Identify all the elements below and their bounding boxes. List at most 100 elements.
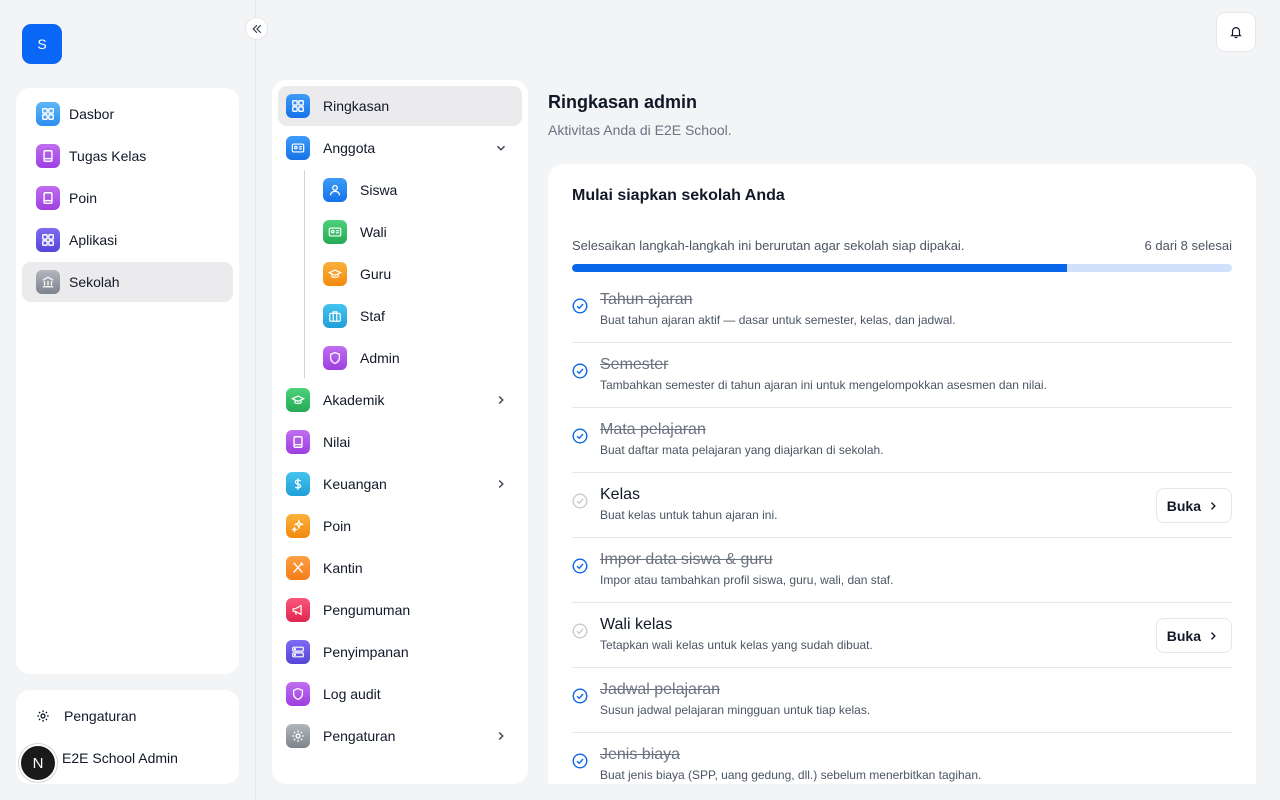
server-icon (286, 640, 310, 664)
members-submenu: Siswa Wali Guru Staf Admin (304, 170, 522, 378)
book-icon (286, 430, 310, 454)
avatar[interactable]: N (19, 744, 57, 782)
check-circle-icon (572, 363, 588, 379)
subnav-item-log-audit[interactable]: Log audit (278, 674, 522, 714)
subnav-label: Pengaturan (323, 728, 396, 744)
subnav-label: Pengumuman (323, 602, 411, 618)
dashboard-icon (36, 102, 60, 126)
dollar-icon (286, 472, 310, 496)
user-icon (323, 178, 347, 202)
step-description: Tambahkan semester di tahun ajaran ini u… (600, 378, 1047, 392)
step-description: Buat tahun ajaran aktif — dasar untuk se… (600, 313, 956, 327)
subnav-item-pengumuman[interactable]: Pengumuman (278, 590, 522, 630)
subnav-item-staf[interactable]: Staf (315, 296, 522, 336)
check-circle-icon (572, 298, 588, 314)
chevron-right-icon (1211, 631, 1216, 640)
subnav-item-poin[interactable]: Poin (278, 506, 522, 546)
open-step-button[interactable]: Buka (1155, 488, 1232, 523)
step-description: Buat daftar mata pelajaran yang diajarka… (600, 443, 884, 457)
step-name: Kelas (600, 486, 641, 503)
sidebar-item-label: Sekolah (69, 274, 120, 290)
shield-icon (286, 682, 310, 706)
setup-steps-list: Tahun ajaran Buat tahun ajaran aktif — da… (572, 278, 1232, 784)
subnav-label: Kantin (323, 560, 363, 576)
setup-step: Impor data siswa & guru Impor atau tambah… (572, 538, 1232, 603)
subnav-label: Nilai (323, 434, 351, 450)
step-name: Tahun ajaran (600, 291, 693, 308)
page-title: Ringkasan admin (548, 92, 698, 112)
main-nav: Dasbor Tugas Kelas Poin Aplikasi Sekolah (16, 88, 239, 674)
check-circle-icon (572, 428, 588, 444)
collapse-sidebar-button[interactable] (245, 17, 268, 40)
subnav-label: Log audit (323, 686, 381, 702)
sidebar-item-label: Tugas Kelas (69, 148, 147, 164)
step-description: Tetapkan wali kelas untuk kelas yang sud… (600, 638, 873, 652)
sidebar-item-poin[interactable]: Poin (22, 178, 233, 218)
check-circle-outline-icon (572, 623, 588, 639)
subnav-item-pengaturan[interactable]: Pengaturan (278, 716, 522, 756)
step-name: Mata pelajaran (600, 421, 706, 438)
book-icon (36, 144, 60, 168)
chevron-down-icon (497, 145, 505, 151)
subnav-label: Guru (360, 266, 392, 282)
subnav-label: Keuangan (323, 476, 387, 492)
gear-icon (36, 709, 50, 723)
setup-step: Jadwal pelajaran Susun jadwal pelajaran m… (572, 668, 1232, 733)
dashboard-icon (286, 94, 310, 118)
setup-step: Jenis biaya Buat jenis biaya (SPP, uang g… (572, 733, 1232, 784)
subnav-label: Admin (360, 350, 400, 366)
double-chevron-left-icon (251, 23, 263, 35)
progress-bar-fill (572, 264, 1067, 272)
check-circle-outline-icon (572, 493, 588, 509)
sidebar-item-sekolah[interactable]: Sekolah (22, 262, 233, 302)
check-circle-icon (572, 558, 588, 574)
sidebar-item-tugas-kelas[interactable]: Tugas Kelas (22, 136, 233, 176)
user-name[interactable]: E2E School Admin (62, 750, 178, 766)
subnav-item-wali[interactable]: Wali (315, 212, 522, 252)
open-button-label: Buka (1166, 497, 1201, 514)
subnav-label: Staf (360, 308, 385, 324)
subnav-item-penyimpanan[interactable]: Penyimpanan (278, 632, 522, 672)
subnav-label: Wali (360, 224, 387, 240)
subnav-label: Poin (323, 518, 352, 534)
school-logo[interactable]: S (22, 24, 62, 64)
subnav-item-ringkasan[interactable]: Ringkasan (278, 86, 522, 126)
step-name: Jadwal pelajaran (600, 681, 721, 698)
sidebar: S Dasbor Tugas Kelas Poin Aplikasi Sekol… (0, 0, 256, 800)
section-nav: Ringkasan Anggota Siswa Wali Guru Staf A… (272, 80, 528, 784)
step-description: Buat kelas untuk tahun ajaran ini. (600, 508, 778, 522)
check-circle-icon (572, 753, 588, 769)
subnav-item-kantin[interactable]: Kantin (278, 548, 522, 588)
chevron-right-icon (498, 396, 504, 404)
notifications-button[interactable] (1216, 12, 1256, 52)
chevron-right-icon (498, 480, 504, 488)
open-step-button[interactable]: Buka (1155, 618, 1232, 653)
subnav-item-guru[interactable]: Guru (315, 254, 522, 294)
subnav-item-anggota[interactable]: Anggota (278, 128, 522, 168)
page-subtitle: Aktivitas Anda di E2E School. (548, 122, 732, 138)
chevron-right-icon (1211, 501, 1216, 510)
sidebar-settings[interactable]: Pengaturan (22, 695, 233, 737)
setup-card-title: Mulai siapkan sekolah Anda (572, 187, 785, 204)
step-name: Semester (600, 356, 669, 373)
open-button-label: Buka (1166, 627, 1201, 644)
sidebar-item-label: Aplikasi (69, 232, 118, 248)
megaphone-icon (286, 598, 310, 622)
setup-step: Mata pelajaran Buat daftar mata pelajaran… (572, 408, 1232, 473)
subnav-item-siswa[interactable]: Siswa (315, 170, 522, 210)
step-name: Impor data siswa & guru (600, 551, 773, 568)
sidebar-item-aplikasi[interactable]: Aplikasi (22, 220, 233, 260)
step-description: Buat jenis biaya (SPP, uang gedung, dll.… (600, 768, 982, 782)
subnav-item-admin[interactable]: Admin (315, 338, 522, 378)
subnav-item-akademik[interactable]: Akademik (278, 380, 522, 420)
progress-bar (572, 264, 1232, 272)
subnav-item-keuangan[interactable]: Keuangan (278, 464, 522, 504)
setup-checklist-card: Mulai siapkan sekolah Anda Selesaikan la… (548, 164, 1256, 784)
step-description: Susun jadwal pelajaran mingguan untuk ti… (600, 703, 871, 717)
subnav-item-nilai[interactable]: Nilai (278, 422, 522, 462)
id-card-icon (286, 136, 310, 160)
subnav-label: Penyimpanan (323, 644, 409, 660)
sidebar-item-dasbor[interactable]: Dasbor (22, 94, 233, 134)
bell-icon (1229, 25, 1243, 39)
id-card-icon (323, 220, 347, 244)
